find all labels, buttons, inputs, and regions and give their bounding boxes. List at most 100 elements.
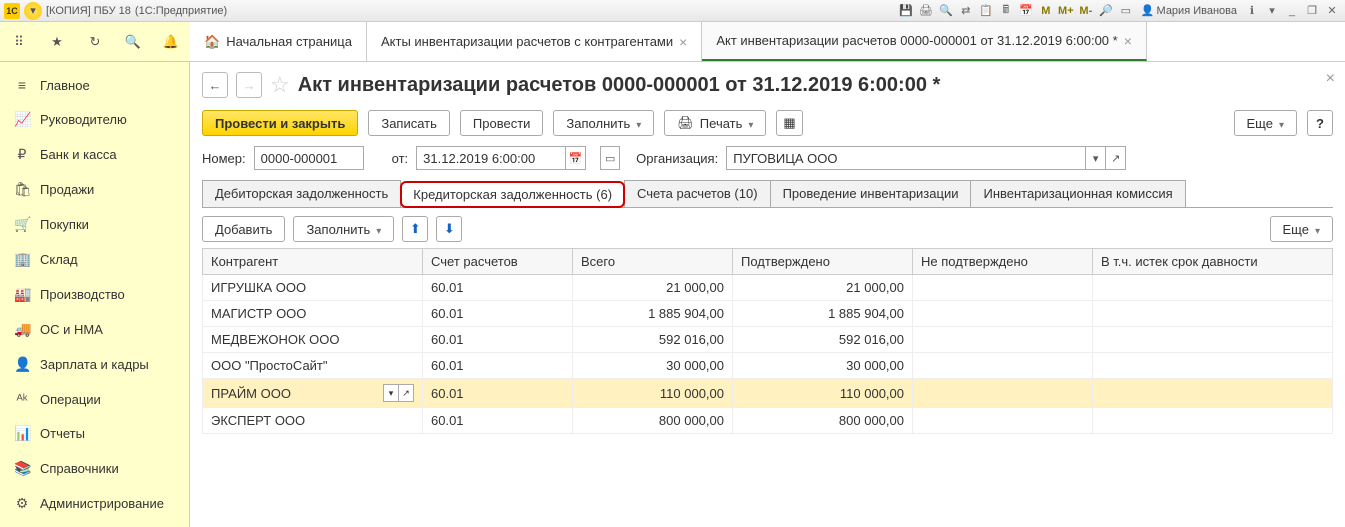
cell-expired[interactable] — [1093, 275, 1333, 301]
compare-icon[interactable]: ⇄ — [957, 3, 975, 19]
info-icon[interactable]: ℹ — [1243, 3, 1261, 19]
apps-icon[interactable]: ⠿ — [9, 32, 29, 52]
subtab-debit[interactable]: Дебиторская задолженность — [202, 180, 401, 207]
bell-icon[interactable]: 🔔 — [161, 32, 181, 52]
close-form-icon[interactable]: × — [1326, 70, 1335, 88]
clipboard-icon[interactable]: 📋 — [977, 3, 995, 19]
sidebar-item-operations[interactable]: ᴬᵏОперации — [0, 382, 189, 416]
sidebar-item-admin[interactable]: ⚙Администрирование — [0, 486, 189, 521]
cell-expired[interactable] — [1093, 379, 1333, 408]
dropdown-icon[interactable]: ▾ — [383, 384, 399, 402]
cell-account[interactable]: 60.01 — [423, 353, 573, 379]
number-input[interactable]: 0000-000001 — [254, 146, 364, 170]
table-more-button[interactable]: Еще — [1270, 216, 1333, 242]
col-account[interactable]: Счет расчетов — [423, 249, 573, 275]
sidebar-item-managerial[interactable]: 📈Руководителю — [0, 102, 189, 137]
subtab-accounts[interactable]: Счета расчетов (10) — [624, 180, 771, 207]
cell-unconfirmed[interactable] — [913, 353, 1093, 379]
col-total[interactable]: Всего — [573, 249, 733, 275]
search-icon[interactable]: 🔍 — [937, 3, 955, 19]
cell-confirmed[interactable]: 592 016,00 — [733, 327, 913, 353]
zoom-icon[interactable]: 🔎 — [1097, 3, 1115, 19]
cell-account[interactable]: 60.01 — [423, 275, 573, 301]
cell-confirmed[interactable]: 1 885 904,00 — [733, 301, 913, 327]
close-window-icon[interactable]: ✕ — [1323, 3, 1341, 19]
app-menu-dropdown[interactable]: ▾ — [24, 2, 42, 20]
table-row[interactable]: ООО "ПростоСайт" 60.01 30 000,00 30 000,… — [203, 353, 1333, 379]
col-confirmed[interactable]: Подтверждено — [733, 249, 913, 275]
save-button[interactable]: Записать — [368, 110, 450, 136]
post-button[interactable]: Провести — [460, 110, 544, 136]
save-icon[interactable]: 💾 — [897, 3, 915, 19]
move-down-button[interactable]: ⬇ — [436, 216, 462, 242]
cell-account[interactable]: 60.01 — [423, 408, 573, 434]
sidebar-item-main[interactable]: ≡Главное — [0, 68, 189, 102]
info-drop-icon[interactable]: ▾ — [1263, 3, 1281, 19]
subtab-commission[interactable]: Инвентаризационная комиссия — [970, 180, 1185, 207]
org-input[interactable]: ПУГОВИЦА ООО — [726, 146, 1086, 170]
cell-total[interactable]: 110 000,00 — [573, 379, 733, 408]
cell-counterparty[interactable]: ПРАЙМ ООО▾↗ — [203, 379, 423, 408]
cell-unconfirmed[interactable] — [913, 408, 1093, 434]
cell-expired[interactable] — [1093, 353, 1333, 379]
print-button[interactable]: 🖨Печать — [664, 110, 766, 136]
cell-account[interactable]: 60.01 — [423, 301, 573, 327]
structure-button[interactable]: ▦ — [776, 110, 802, 136]
calc-icon[interactable]: 🖩 — [997, 3, 1015, 19]
cell-total[interactable]: 21 000,00 — [573, 275, 733, 301]
sidebar-item-reports[interactable]: 📊Отчеты — [0, 416, 189, 451]
help-button[interactable]: ? — [1307, 110, 1333, 136]
tab-acts-list[interactable]: Акты инвентаризации расчетов с контраген… — [367, 22, 702, 61]
cell-expired[interactable] — [1093, 327, 1333, 353]
table-row[interactable]: МАГИСТР ООО 60.01 1 885 904,00 1 885 904… — [203, 301, 1333, 327]
table-row[interactable]: ЭКСПЕРТ ООО 60.01 800 000,00 800 000,00 — [203, 408, 1333, 434]
minimize-icon[interactable]: _ — [1283, 3, 1301, 19]
cell-account[interactable]: 60.01 — [423, 327, 573, 353]
fill-button[interactable]: Заполнить — [553, 110, 654, 136]
cell-counterparty[interactable]: МАГИСТР ООО — [203, 301, 423, 327]
col-expired[interactable]: В т.ч. истек срок давности — [1093, 249, 1333, 275]
sidebar-item-hr[interactable]: 👤Зарплата и кадры — [0, 347, 189, 382]
sidebar-item-catalogs[interactable]: 📚Справочники — [0, 451, 189, 486]
cell-counterparty[interactable]: МЕДВЕЖОНОК ООО — [203, 327, 423, 353]
cell-confirmed[interactable]: 800 000,00 — [733, 408, 913, 434]
m-plus-button[interactable]: M+ — [1057, 3, 1075, 19]
cell-unconfirmed[interactable] — [913, 379, 1093, 408]
sidebar-item-warehouse[interactable]: 🏢Склад — [0, 242, 189, 277]
more-button[interactable]: Еще — [1234, 110, 1297, 136]
fill-table-button[interactable]: Заполнить — [293, 216, 394, 242]
nav-back-button[interactable]: ← — [202, 72, 228, 98]
m-minus-button[interactable]: M- — [1077, 3, 1095, 19]
cell-unconfirmed[interactable] — [913, 327, 1093, 353]
cell-unconfirmed[interactable] — [913, 301, 1093, 327]
open-ref-icon[interactable]: ↗ — [1106, 146, 1126, 170]
add-row-button[interactable]: Добавить — [202, 216, 285, 242]
tab-home[interactable]: Начальная страница — [190, 22, 367, 61]
cell-account[interactable]: 60.01 — [423, 379, 573, 408]
dropdown-icon[interactable]: ▾ — [1086, 146, 1106, 170]
user-menu[interactable]: 👤 Мария Иванова — [1137, 4, 1241, 17]
cell-unconfirmed[interactable] — [913, 275, 1093, 301]
calendar-picker-icon[interactable]: 📅 — [566, 146, 586, 170]
sidebar-item-sales[interactable]: 🛍Продажи — [0, 172, 189, 207]
table-row[interactable]: ИГРУШКА ООО 60.01 21 000,00 21 000,00 — [203, 275, 1333, 301]
cell-counterparty[interactable]: ИГРУШКА ООО — [203, 275, 423, 301]
cell-expired[interactable] — [1093, 301, 1333, 327]
cell-total[interactable]: 1 885 904,00 — [573, 301, 733, 327]
col-counterparty[interactable]: Контрагент — [203, 249, 423, 275]
windows-icon[interactable]: ▭ — [1117, 3, 1135, 19]
table-row[interactable]: ПРАЙМ ООО▾↗ 60.01 110 000,00 110 000,00 — [203, 379, 1333, 408]
post-and-close-button[interactable]: Провести и закрыть — [202, 110, 358, 136]
cell-total[interactable]: 30 000,00 — [573, 353, 733, 379]
restore-icon[interactable]: ❐ — [1303, 3, 1321, 19]
sidebar-item-bank[interactable]: ₽Банк и касса — [0, 137, 189, 172]
date-input[interactable]: 31.12.2019 6:00:00 — [416, 146, 566, 170]
form-icon[interactable]: ▭ — [600, 146, 620, 170]
history-icon[interactable]: ↻ — [85, 32, 105, 52]
cell-confirmed[interactable]: 30 000,00 — [733, 353, 913, 379]
sidebar-item-purchases[interactable]: 🛒Покупки — [0, 207, 189, 242]
print-icon[interactable]: 🖨 — [917, 3, 935, 19]
move-up-button[interactable]: ⬆ — [402, 216, 428, 242]
cell-counterparty[interactable]: ЭКСПЕРТ ООО — [203, 408, 423, 434]
cell-expired[interactable] — [1093, 408, 1333, 434]
